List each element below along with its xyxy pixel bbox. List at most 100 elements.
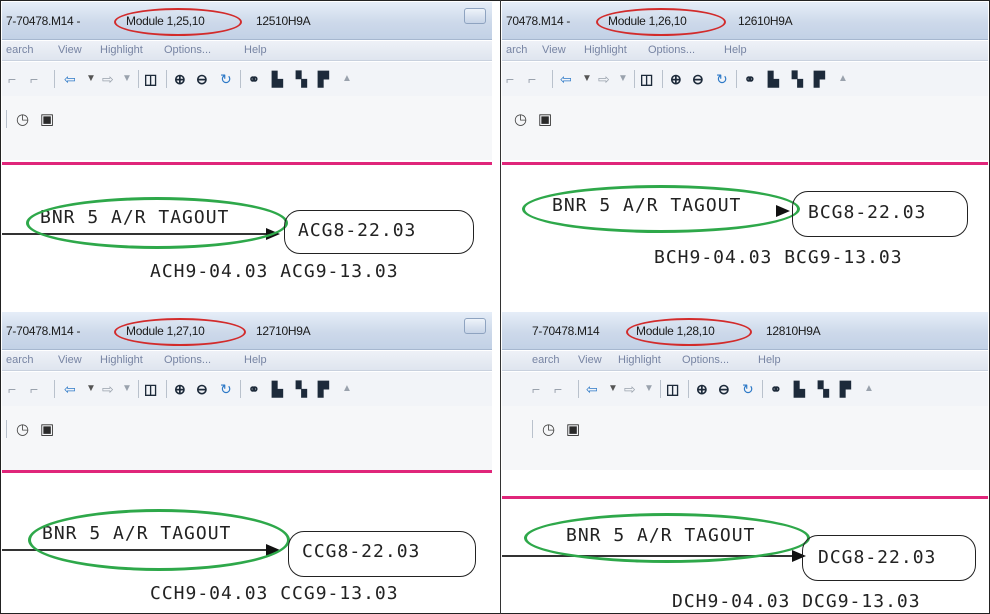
scroll-up-icon[interactable]: ▲ [342,71,352,87]
zoom-in-icon[interactable]: ⊕ [670,71,682,87]
forward-arrow-icon[interactable]: ⇨ [102,71,114,87]
zoom-out-icon[interactable]: ⊖ [196,71,208,87]
window-title-prefix: 7-70478.M14 - [6,14,81,28]
module-highlight-oval [596,8,726,36]
clock-icon[interactable]: ◷ [542,422,555,438]
find-icon[interactable]: ▙ [768,71,779,87]
window-title-suffix: 12710H9A [256,324,311,338]
find-next-icon[interactable]: ▚ [818,381,829,397]
camera-icon[interactable]: ▣ [566,422,580,438]
dropdown-icon[interactable]: ▼ [122,381,132,397]
forward-arrow-icon[interactable]: ⇨ [598,71,610,87]
menu-search[interactable]: earch [6,354,34,366]
find-next-icon[interactable]: ▚ [792,71,803,87]
refresh-icon[interactable]: ↻ [716,71,728,87]
back-arrow-icon[interactable]: ⇦ [586,381,598,397]
clock-icon[interactable]: ◷ [16,422,29,438]
binoculars-icon[interactable]: ⚭ [248,71,260,87]
dropdown-icon[interactable]: ▼ [582,71,592,87]
clock-icon[interactable]: ◷ [514,112,527,128]
zoom-out-icon[interactable]: ⊖ [196,381,208,397]
toolbar-separator [552,70,553,88]
menu-search[interactable]: arch [506,44,527,56]
redo-icon[interactable]: ⌐ [554,381,562,397]
window-icon[interactable]: ◫ [144,381,157,397]
dropdown-icon[interactable]: ▼ [86,71,96,87]
zoom-out-icon[interactable]: ⊖ [692,71,704,87]
menu-bar: earch View Highlight Options... Help [502,351,988,371]
forward-arrow-icon[interactable]: ⇨ [624,381,636,397]
refresh-icon[interactable]: ↻ [742,381,754,397]
secondary-toolbar: ◷ ▣ [502,406,988,470]
zoom-out-icon[interactable]: ⊖ [718,381,730,397]
menu-highlight[interactable]: Highlight [618,354,661,366]
scroll-up-icon[interactable]: ▲ [838,71,848,87]
menu-highlight[interactable]: Highlight [584,44,627,56]
menu-help[interactable]: Help [244,44,267,56]
refresh-icon[interactable]: ↻ [220,71,232,87]
redo-icon[interactable]: ⌐ [528,71,536,87]
window-icon[interactable]: ◫ [640,71,653,87]
toolbar-separator [138,70,139,88]
zoom-in-icon[interactable]: ⊕ [174,71,186,87]
find-all-icon[interactable]: ▛ [318,71,329,87]
camera-icon[interactable]: ▣ [538,112,552,128]
find-all-icon[interactable]: ▛ [814,71,825,87]
menu-search[interactable]: earch [532,354,560,366]
camera-icon[interactable]: ▣ [40,112,54,128]
dropdown-icon[interactable]: ▼ [122,71,132,87]
scroll-up-icon[interactable]: ▲ [342,381,352,397]
find-all-icon[interactable]: ▛ [840,381,851,397]
dropdown-icon[interactable]: ▼ [86,381,96,397]
dropdown-icon[interactable]: ▼ [644,381,654,397]
binoculars-icon[interactable]: ⚭ [248,381,260,397]
back-arrow-icon[interactable]: ⇦ [64,381,76,397]
binoculars-icon[interactable]: ⚭ [744,71,756,87]
find-next-icon[interactable]: ▚ [296,381,307,397]
redo-icon[interactable]: ⌐ [30,381,38,397]
refresh-icon[interactable]: ↻ [220,381,232,397]
zoom-in-icon[interactable]: ⊕ [174,381,186,397]
menu-help[interactable]: Help [244,354,267,366]
menu-view[interactable]: View [58,354,82,366]
dropdown-icon[interactable]: ▼ [608,381,618,397]
menu-view[interactable]: View [58,44,82,56]
find-icon[interactable]: ▙ [272,381,283,397]
find-icon[interactable]: ▙ [272,71,283,87]
scroll-up-icon[interactable]: ▲ [864,381,874,397]
menu-highlight[interactable]: Highlight [100,44,143,56]
clock-icon[interactable]: ◷ [16,112,29,128]
find-next-icon[interactable]: ▚ [296,71,307,87]
menu-options[interactable]: Options... [682,354,729,366]
toolbar-separator [54,70,55,88]
menu-view[interactable]: View [542,44,566,56]
signal-bottom-label: DCH9-04.03 DCG9-13.03 [672,591,921,612]
undo-icon[interactable]: ⌐ [506,71,514,87]
secondary-toolbar: ◷ ▣ [502,96,988,160]
camera-icon[interactable]: ▣ [40,422,54,438]
menu-help[interactable]: Help [724,44,747,56]
menu-options[interactable]: Options... [648,44,695,56]
redo-icon[interactable]: ⌐ [30,71,38,87]
window-icon[interactable]: ◫ [144,71,157,87]
menu-highlight[interactable]: Highlight [100,354,143,366]
menu-search[interactable]: earch [6,44,34,56]
undo-icon[interactable]: ⌐ [532,381,540,397]
window-icon[interactable]: ◫ [666,381,679,397]
find-icon[interactable]: ▙ [794,381,805,397]
menu-options[interactable]: Options... [164,44,211,56]
menu-help[interactable]: Help [758,354,781,366]
undo-icon[interactable]: ⌐ [8,381,16,397]
zoom-in-icon[interactable]: ⊕ [696,381,708,397]
forward-arrow-icon[interactable]: ⇨ [102,381,114,397]
window-minimize-button[interactable] [464,318,486,334]
dropdown-icon[interactable]: ▼ [618,71,628,87]
back-arrow-icon[interactable]: ⇦ [560,71,572,87]
find-all-icon[interactable]: ▛ [318,381,329,397]
binoculars-icon[interactable]: ⚭ [770,381,782,397]
back-arrow-icon[interactable]: ⇦ [64,71,76,87]
window-minimize-button[interactable] [464,8,486,24]
menu-options[interactable]: Options... [164,354,211,366]
undo-icon[interactable]: ⌐ [8,71,16,87]
menu-view[interactable]: View [578,354,602,366]
